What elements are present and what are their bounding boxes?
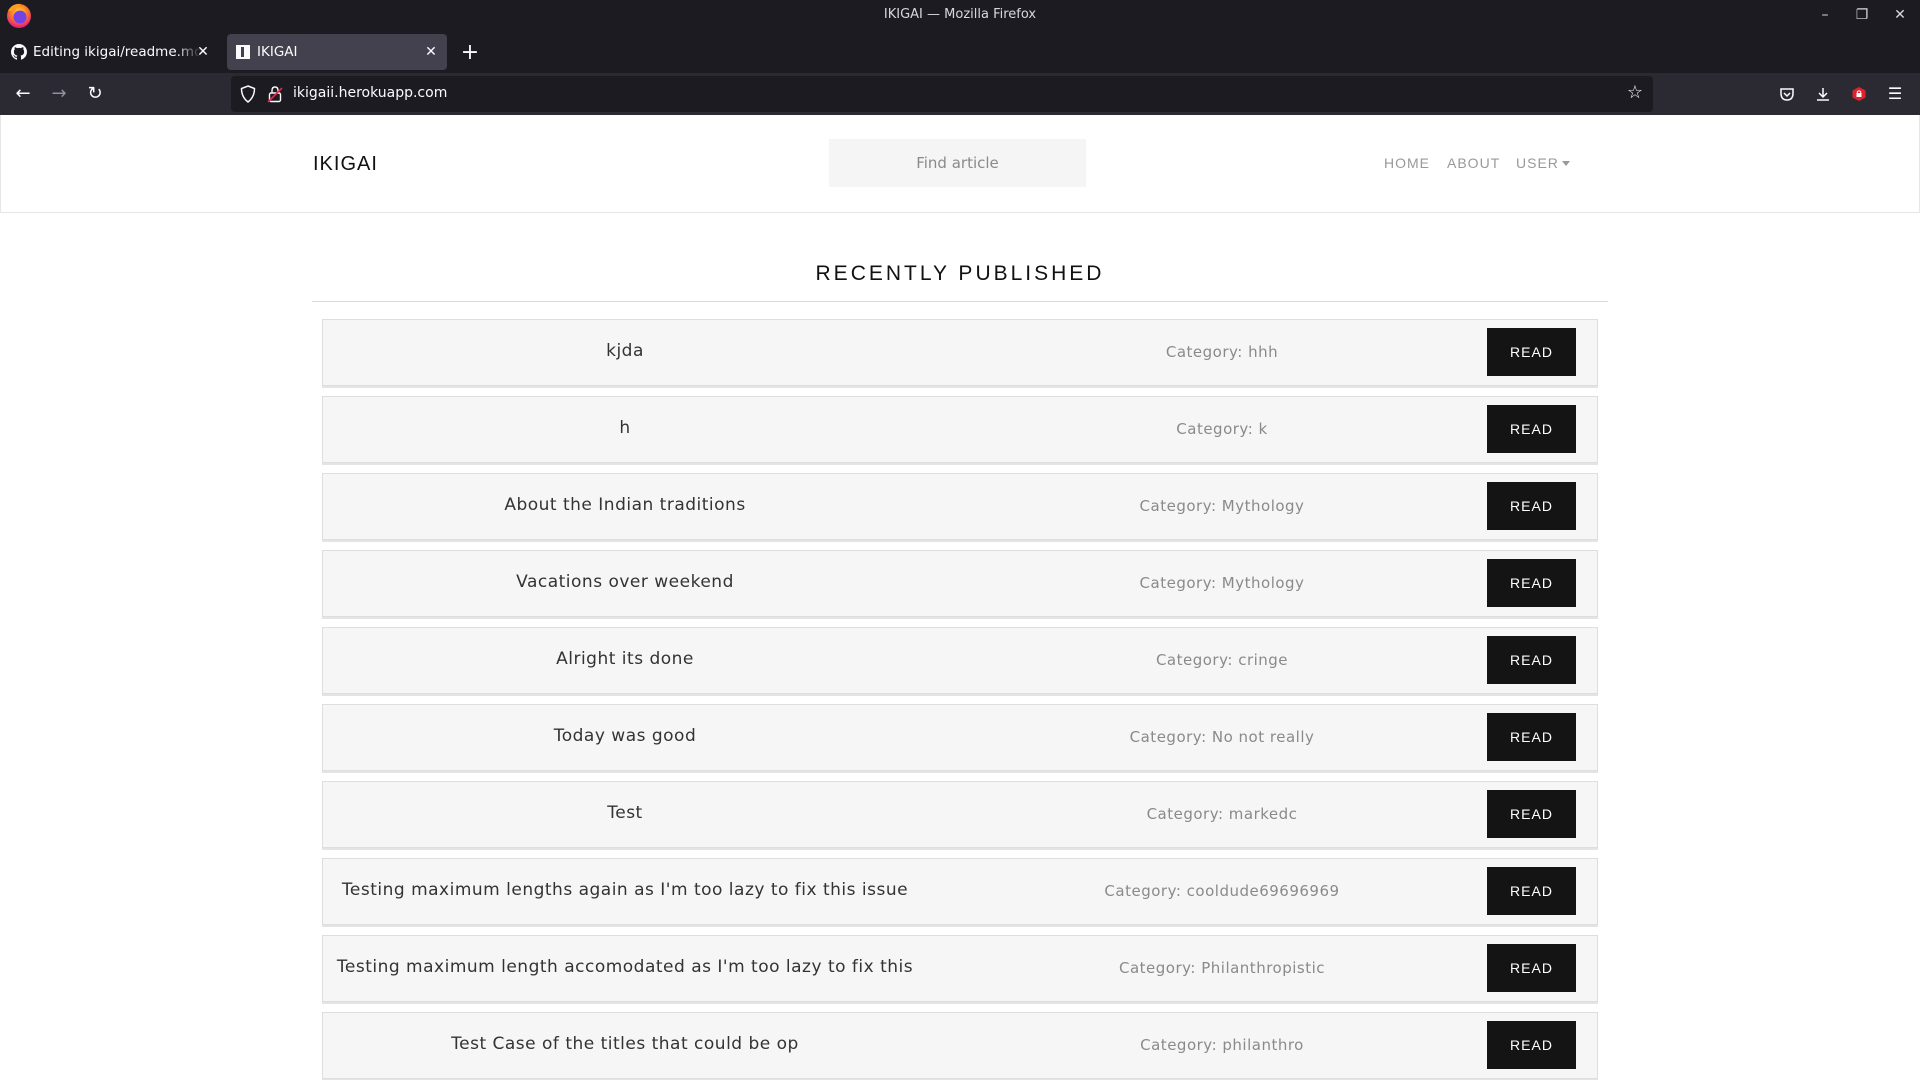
article-row: Testing maximum length accomodated as I'… — [322, 935, 1598, 1002]
article-title: About the Indian traditions — [504, 495, 746, 515]
hamburger-menu-icon[interactable]: ☰ — [1880, 80, 1910, 108]
nav-about-link[interactable]: ABOUT — [1447, 155, 1500, 171]
site-brand-logo[interactable]: IKIGAI — [313, 153, 378, 176]
article-row: Testing maximum lengths again as I'm too… — [322, 858, 1598, 925]
read-button[interactable]: READ — [1487, 1021, 1576, 1069]
article-row: kjda Category: hhh READ — [322, 319, 1598, 386]
tab-editing-readme[interactable]: Editing ikigai/readme.md at ✕ — [3, 34, 219, 70]
read-button[interactable]: READ — [1487, 405, 1576, 453]
nav-home-link[interactable]: HOME — [1384, 155, 1430, 171]
read-button[interactable]: READ — [1487, 559, 1576, 607]
read-button[interactable]: READ — [1487, 482, 1576, 530]
restore-window-icon[interactable]: ❐ — [1847, 4, 1877, 26]
url-text[interactable]: ikigaii.herokuapp.com — [293, 85, 447, 101]
section-divider — [312, 301, 1608, 302]
forward-arrow-icon[interactable]: → — [44, 80, 74, 108]
read-button[interactable]: READ — [1487, 328, 1576, 376]
article-category-text: Category: cringe — [1155, 651, 1289, 669]
browser-titlebar: IKIGAI — Mozilla Firefox – ❐ ✕ — [0, 0, 1920, 30]
article-title: Test — [607, 803, 643, 823]
article-row: About the Indian traditions Category: My… — [322, 473, 1598, 540]
article-title: h — [619, 418, 631, 438]
article-title: kjda — [606, 341, 644, 361]
article-row: h Category: k READ — [322, 396, 1598, 463]
article-category-text: Category: markedc — [1146, 805, 1298, 823]
close-tab-icon[interactable]: ✕ — [421, 42, 441, 62]
article-category-text: Category: hhh — [1165, 343, 1279, 361]
site-favicon-icon — [236, 45, 250, 59]
article-category-text: Category: k — [1176, 420, 1268, 438]
read-button[interactable]: READ — [1487, 713, 1576, 761]
read-button[interactable]: READ — [1487, 790, 1576, 838]
tab-strip: Editing ikigai/readme.md at ✕ IKIGAI ✕ + — [0, 30, 1920, 73]
section-title: RECENTLY PUBLISHED — [815, 262, 1105, 285]
caret-down-icon — [1561, 161, 1570, 166]
downloads-icon[interactable] — [1808, 80, 1838, 108]
article-category-text: Category: cooldude69696969 — [1104, 882, 1340, 900]
reload-icon[interactable]: ↻ — [80, 80, 110, 108]
site-header: IKIGAI HOME ABOUT USER — [0, 115, 1920, 213]
article-title: Testing maximum lengths again as I'm too… — [341, 880, 909, 900]
tab-title: Editing ikigai/readme.md at — [33, 44, 201, 60]
pocket-icon[interactable] — [1772, 80, 1802, 108]
article-category-text: Category: Philanthropistic — [1118, 959, 1326, 977]
article-row: Test Category: markedc READ — [322, 781, 1598, 848]
article-category-text: Category: Mythology — [1139, 574, 1305, 592]
article-title: Alright its done — [556, 649, 694, 669]
read-button[interactable]: READ — [1487, 867, 1576, 915]
close-window-icon[interactable]: ✕ — [1885, 4, 1915, 26]
article-title: Vacations over weekend — [516, 572, 734, 592]
tab-title: IKIGAI — [257, 44, 298, 60]
article-row: Alright its done Category: cringe READ — [322, 627, 1598, 694]
article-category-text: Category: No not really — [1129, 728, 1315, 746]
github-icon — [11, 44, 27, 60]
insecure-lock-icon[interactable] — [267, 85, 283, 103]
new-tab-button[interactable]: + — [456, 40, 484, 68]
article-row: Today was good Category: No not really R… — [322, 704, 1598, 771]
article-list: kjda Category: hhh READ h Category: k RE… — [322, 319, 1598, 1080]
bookmark-star-icon[interactable]: ☆ — [1625, 83, 1645, 103]
web-page: IKIGAI HOME ABOUT USER RECENTLY PUBLISHE… — [0, 115, 1920, 1080]
read-button[interactable]: READ — [1487, 944, 1576, 992]
tab-ikigai[interactable]: IKIGAI ✕ — [227, 34, 447, 70]
address-bar[interactable]: ikigaii.herokuapp.com ☆ — [231, 76, 1653, 112]
extension-blocker-icon[interactable] — [1844, 80, 1874, 108]
nav-user-dropdown[interactable]: USER — [1516, 155, 1570, 171]
article-title: Testing maximum length accomodated as I'… — [336, 957, 914, 977]
find-article-search-input[interactable] — [829, 139, 1086, 187]
navigation-toolbar: ← → ↻ ikigaii.herokuapp.com ☆ ☰ — [0, 73, 1920, 115]
article-row: Vacations over weekend Category: Mytholo… — [322, 550, 1598, 617]
tracking-protection-shield-icon[interactable] — [239, 85, 257, 103]
article-category-text: Category: philanthro — [1140, 1036, 1304, 1054]
article-title: Test Case of the titles that could be op — [451, 1034, 799, 1054]
article-category-text: Category: Mythology — [1139, 497, 1305, 515]
minimize-window-icon[interactable]: – — [1810, 4, 1840, 26]
back-arrow-icon[interactable]: ← — [8, 80, 38, 108]
article-row: Test Case of the titles that could be op… — [322, 1012, 1598, 1079]
close-tab-icon[interactable]: ✕ — [193, 42, 213, 62]
read-button[interactable]: READ — [1487, 636, 1576, 684]
nav-user-label: USER — [1516, 155, 1559, 171]
window-title: IKIGAI — Mozilla Firefox — [883, 7, 1037, 22]
article-title: Today was good — [553, 726, 697, 746]
